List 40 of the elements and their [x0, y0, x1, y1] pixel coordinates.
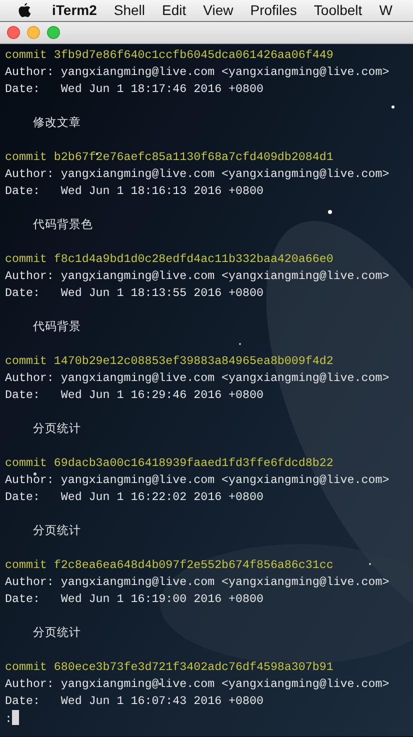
- commit-line: commit 69dacb3a00c16418939faaed1fd3ffe6fdcd8b22: [5, 456, 334, 472]
- author-line: Author: yangxiangming@live.com <yangxiangming@live.com>: [5, 575, 390, 591]
- author-line: Author: yangxiangming@live.com <yangxiangming@live.com>: [5, 371, 390, 387]
- commit-line: commit f8c1d4a9bd1d0c28edfd4ac11b332baa420a66e0: [5, 252, 334, 268]
- apple-menu-icon[interactable]: [18, 3, 31, 18]
- cursor: [12, 710, 19, 725]
- commit-message: 分页统计: [32, 524, 81, 540]
- close-button[interactable]: [7, 26, 20, 39]
- menu-item[interactable]: Toolbelt: [314, 0, 362, 21]
- commit-line: commit f2c8ea6ea648d4b097f2e552b674f856a86c31cc: [5, 558, 334, 574]
- commit-message: 分页统计: [32, 626, 81, 642]
- date-line: Date: Wed Jun 1 16:19:00 2016 +0800: [5, 592, 264, 608]
- zoom-button[interactable]: [47, 26, 60, 39]
- date-line: Date: Wed Jun 1 16:07:43 2016 +0800: [5, 694, 264, 710]
- commit-message: 代码背景: [32, 320, 81, 336]
- date-line: Date: Wed Jun 1 16:29:46 2016 +0800: [5, 388, 264, 404]
- commit-message: 代码背景色: [32, 218, 93, 234]
- menu-item[interactable]: Profiles: [250, 0, 297, 21]
- menu-item[interactable]: Shell: [114, 0, 146, 21]
- author-line: Author: yangxiangming@live.com <yangxiangming@live.com>: [5, 65, 390, 81]
- commit-message: 修改文章: [32, 115, 81, 132]
- date-line: Date: Wed Jun 1 18:17:46 2016 +0800: [5, 82, 264, 98]
- menu-item[interactable]: View: [203, 0, 234, 21]
- app-menu[interactable]: iTerm2: [52, 0, 97, 21]
- author-line: Author: yangxiangming@live.com <yangxiangming@live.com>: [5, 473, 390, 489]
- author-line: Author: yangxiangming@live.com <yangxiangming@live.com>: [5, 167, 390, 183]
- commit-line: commit 3fb9d7e86f640c1ccfb6045dca061426aa06f449: [5, 48, 334, 64]
- commit-line: commit b2b67f2e76aefc85a1130f68a7cfd409db2084d1: [5, 150, 334, 166]
- date-line: Date: Wed Jun 1 18:16:13 2016 +0800: [5, 184, 264, 200]
- date-line: Date: Wed Jun 1 18:13:55 2016 +0800: [5, 286, 264, 302]
- commit-message: 分页统计: [32, 422, 81, 438]
- menu-item[interactable]: Edit: [162, 0, 186, 21]
- minimize-button[interactable]: [27, 26, 40, 39]
- prompt-text: :: [5, 713, 12, 726]
- author-line: Author: yangxiangming@live.com <yangxiangming@live.com>: [5, 677, 390, 693]
- menu-item[interactable]: W: [379, 0, 392, 21]
- commit-line: commit 1470b29e12c08853ef39883a84965ea8b009f4d2: [5, 354, 334, 370]
- commit-line: commit 680ece3b73fe3d721f3402adc76df4598a307b91: [5, 660, 334, 676]
- author-line: Author: yangxiangming@live.com <yangxiangming@live.com>: [5, 269, 390, 285]
- date-line: Date: Wed Jun 1 16:22:02 2016 +0800: [5, 490, 264, 506]
